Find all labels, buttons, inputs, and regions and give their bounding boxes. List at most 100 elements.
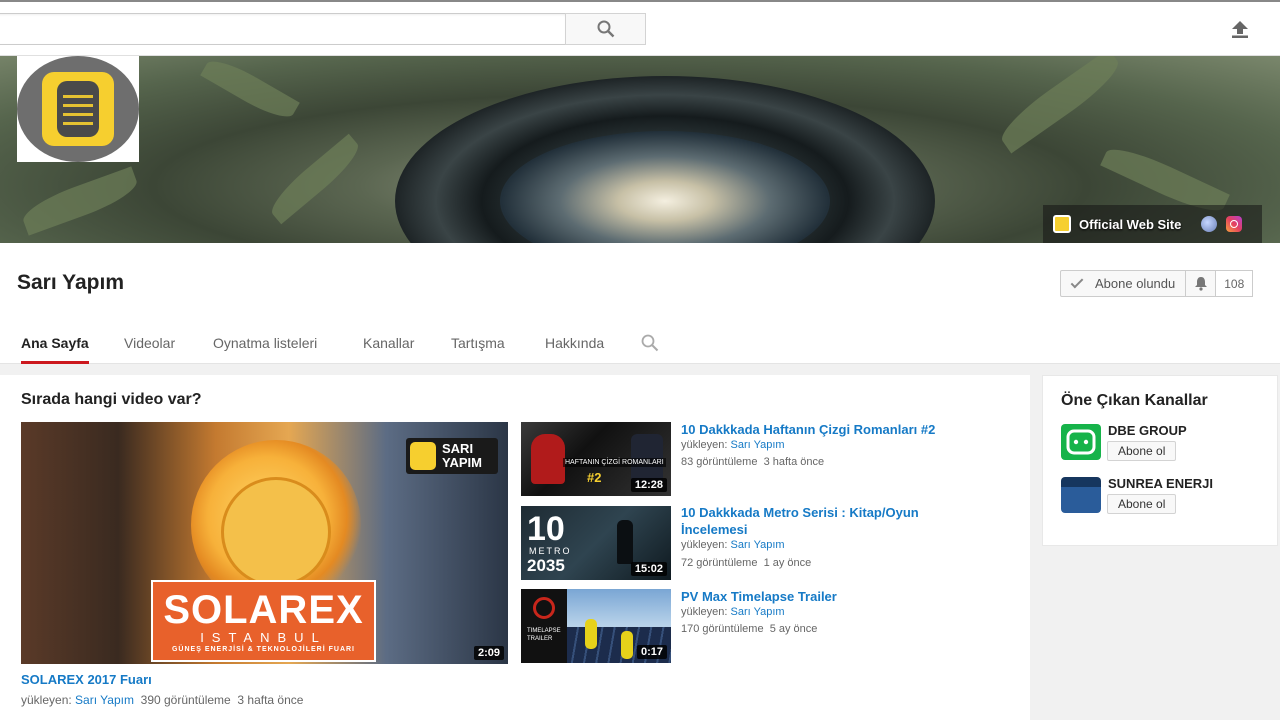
channel-avatar[interactable] bbox=[17, 56, 139, 162]
tab-tartisma[interactable]: Tartışma bbox=[451, 328, 505, 364]
channel-avatar[interactable] bbox=[1061, 424, 1101, 460]
thumb-side-panel: TIMELAPSE TRAILER bbox=[521, 589, 567, 663]
video-thumbnail[interactable]: TIMELAPSE TRAILER 0:17 bbox=[521, 589, 671, 663]
dbe-logo-icon bbox=[1066, 429, 1096, 455]
thumb-number: #2 bbox=[587, 470, 602, 485]
logo-text: SARI YAPIM bbox=[442, 442, 482, 470]
subscribed-button[interactable]: Abone olundu bbox=[1060, 270, 1187, 297]
video-title[interactable]: PV Max Timelapse Trailer bbox=[681, 588, 981, 605]
worker-figure bbox=[585, 619, 597, 649]
channel-search-button[interactable] bbox=[641, 334, 659, 357]
uploader-prefix: yükleyen: bbox=[681, 606, 728, 618]
sari-yapim-logo: SARI YAPIM bbox=[406, 438, 498, 474]
uploader-link[interactable]: Sarı Yapım bbox=[75, 693, 134, 707]
avatar-logo bbox=[42, 72, 114, 146]
video-stats-line: 72 görüntüleme 1 ay önce bbox=[681, 555, 811, 572]
featured-channel-item: DBE GROUP Abone ol bbox=[1061, 423, 1276, 464]
video-title[interactable]: 10 Dakkkada Metro Serisi : Kitap/Oyun İn… bbox=[681, 504, 981, 538]
upload-age: 5 ay önce bbox=[769, 623, 818, 635]
video-stats-line: 170 görüntüleme 5 ay önce bbox=[681, 621, 817, 638]
featured-video-meta: yükleyen: Sarı Yapım 390 görüntüleme 3 h… bbox=[21, 693, 303, 707]
official-website-link[interactable]: Official Web Site bbox=[1079, 217, 1181, 232]
search-input[interactable] bbox=[0, 13, 566, 45]
film-icon bbox=[57, 81, 99, 137]
video-duration: 15:02 bbox=[630, 562, 667, 576]
thumb-big-number: 10 bbox=[527, 510, 565, 548]
uploader-link[interactable]: Sarı Yapım bbox=[731, 439, 785, 451]
subscribe-button[interactable]: Abone ol bbox=[1107, 494, 1177, 514]
uploader-link[interactable]: Sarı Yapım bbox=[731, 539, 785, 551]
sun-mascot-face bbox=[221, 477, 331, 587]
banner-links: Official Web Site bbox=[1043, 205, 1262, 243]
website-favicon-icon bbox=[1053, 215, 1071, 233]
channel-banner: Official Web Site bbox=[0, 56, 1280, 243]
globe-icon[interactable] bbox=[1201, 216, 1218, 232]
video-thumbnail[interactable]: HAFTANIN ÇİZGİ ROMANLARI #2 12:28 bbox=[521, 422, 671, 496]
solarex-brand: SOLAREX bbox=[163, 587, 364, 632]
search-icon bbox=[597, 20, 614, 38]
video-uploader-line: yükleyen: Sarı Yapım bbox=[681, 537, 785, 554]
uploader-prefix: yükleyen: bbox=[681, 539, 728, 551]
uploader-link[interactable]: Sarı Yapım bbox=[731, 606, 785, 618]
tab-videolar[interactable]: Videolar bbox=[124, 328, 175, 364]
banner-leaf bbox=[18, 166, 142, 236]
check-icon bbox=[1070, 275, 1084, 289]
thumb-caption: HAFTANIN ÇİZGİ ROMANLARI bbox=[563, 458, 666, 467]
channel-title: Sarı Yapım bbox=[17, 271, 125, 294]
video-duration: 2:09 bbox=[473, 646, 504, 660]
thumb-caption: TIMELAPSE TRAILER bbox=[527, 628, 561, 642]
bell-icon bbox=[1194, 277, 1207, 291]
video-uploader-line: yükleyen: Sarı Yapım bbox=[681, 604, 785, 621]
search-icon bbox=[641, 334, 659, 352]
section-title: Sırada hangi video var? bbox=[21, 391, 202, 408]
main-content: Sırada hangi video var? SOLAREX ISTANBUL… bbox=[0, 375, 1030, 720]
avatar-circle bbox=[17, 56, 139, 162]
tab-oynatma-listeleri[interactable]: Oynatma listeleri bbox=[213, 328, 317, 364]
video-duration: 12:28 bbox=[630, 478, 667, 492]
solarex-banner: SOLAREX ISTANBUL GÜNEŞ ENERJİSİ & TEKNOL… bbox=[151, 580, 376, 662]
video-duration: 0:17 bbox=[636, 645, 667, 659]
upload-age: 3 hafta önce bbox=[237, 693, 304, 707]
subscribed-label: Abone olundu bbox=[1095, 276, 1176, 291]
uploader-prefix: yükleyen: bbox=[681, 439, 728, 451]
featured-channels-title: Öne Çıkan Kanallar bbox=[1061, 392, 1208, 409]
video-title[interactable]: 10 Dakkkada Haftanın Çizgi Romanları #2 bbox=[681, 421, 981, 438]
view-count: 390 görüntüleme bbox=[140, 693, 231, 707]
featured-channels-panel: Öne Çıkan Kanallar DBE GROUP Abone ol SU… bbox=[1042, 375, 1278, 546]
channel-name[interactable]: SUNREA ENERJI bbox=[1108, 476, 1213, 491]
uploader-prefix: yükleyen: bbox=[21, 693, 72, 707]
channel-tabs: Ana Sayfa Videolar Oynatma listeleri Kan… bbox=[0, 328, 700, 364]
view-count: 72 görüntüleme bbox=[681, 557, 758, 569]
logo-film-icon bbox=[410, 442, 436, 470]
channel-name[interactable]: DBE GROUP bbox=[1108, 423, 1187, 438]
featured-video-title[interactable]: SOLAREX 2017 Fuarı bbox=[21, 672, 152, 687]
featured-video-thumbnail[interactable]: SOLAREX ISTANBUL GÜNEŞ ENERJİSİ & TEKNOL… bbox=[21, 422, 508, 664]
logo-line1: SARI bbox=[442, 441, 474, 456]
thumb-year: 2035 bbox=[527, 556, 565, 575]
tab-ana-sayfa[interactable]: Ana Sayfa bbox=[21, 328, 89, 364]
channel-header: Sarı Yapım Abone olundu 108 Ana Sayfa Vi… bbox=[0, 243, 1280, 364]
upload-icon bbox=[1232, 21, 1248, 38]
thumb-metro: METRO bbox=[529, 546, 572, 556]
video-thumbnail[interactable]: 10 METRO 2035 15:02 bbox=[521, 506, 671, 580]
view-count: 83 görüntüleme bbox=[681, 456, 758, 468]
worker-figure bbox=[621, 631, 633, 659]
subscriber-count: 108 bbox=[1216, 270, 1254, 297]
notification-bell-button[interactable] bbox=[1186, 270, 1217, 297]
subscribe-button[interactable]: Abone ol bbox=[1107, 441, 1177, 461]
banner-leaf bbox=[264, 133, 366, 225]
subscription-controls: Abone olundu 108 bbox=[1060, 270, 1254, 297]
upload-age: 3 hafta önce bbox=[763, 456, 825, 468]
upload-age: 1 ay önce bbox=[763, 557, 812, 569]
instagram-icon[interactable] bbox=[1226, 216, 1243, 232]
tab-hakkinda[interactable]: Hakkında bbox=[545, 328, 604, 364]
tab-kanallar[interactable]: Kanallar bbox=[363, 328, 414, 364]
banner-leaf bbox=[200, 56, 300, 126]
soldier-figure bbox=[617, 520, 633, 564]
logo-line2: YAPIM bbox=[442, 455, 482, 470]
search-button[interactable] bbox=[565, 13, 646, 45]
channel-avatar[interactable] bbox=[1061, 477, 1101, 513]
upload-button[interactable] bbox=[1224, 14, 1256, 44]
featured-channel-item: SUNREA ENERJI Abone ol bbox=[1061, 476, 1276, 517]
video-stats-line: 83 görüntüleme 3 hafta önce bbox=[681, 454, 824, 471]
